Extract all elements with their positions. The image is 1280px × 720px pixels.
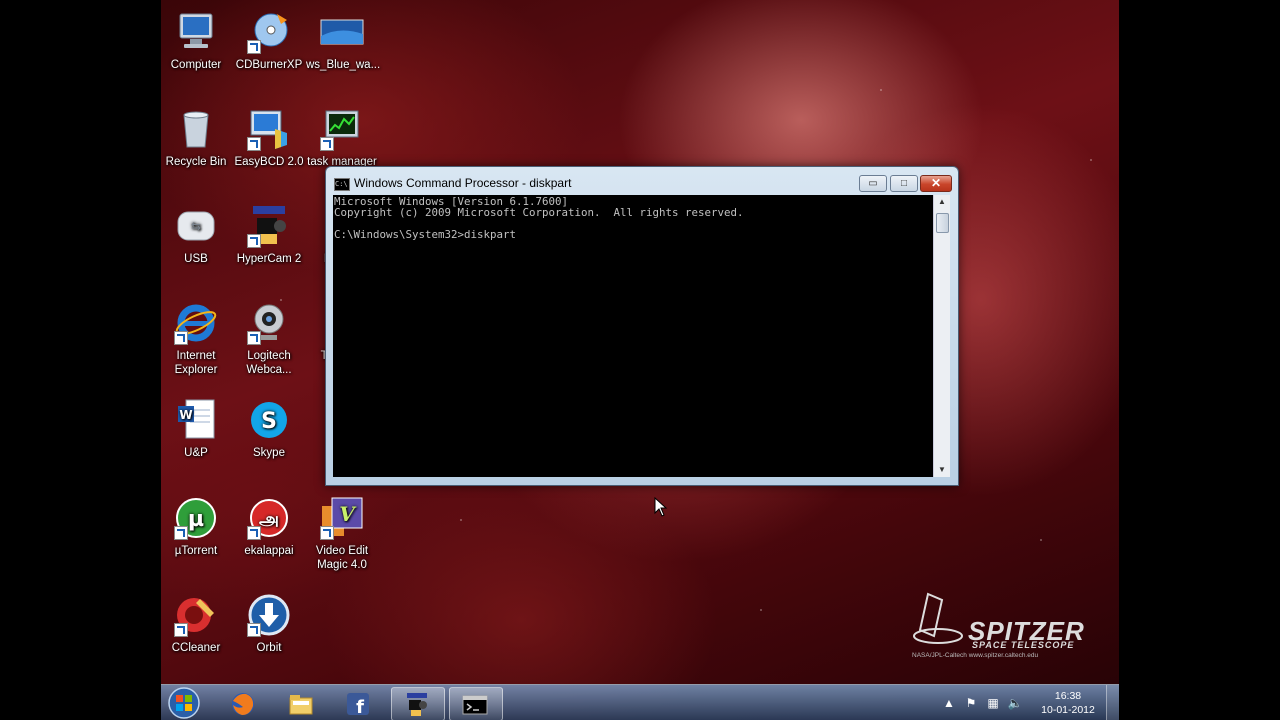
desktop-icon-orbit[interactable]: Orbit (233, 593, 305, 655)
taskbar-firefox[interactable] (218, 687, 270, 719)
network-icon[interactable]: ▦ (985, 695, 1001, 711)
wallpaper-file-icon (320, 19, 364, 45)
console-line: Copyright (c) 2009 Microsoft Corporation… (334, 206, 744, 219)
icon-label: EasyBCD 2.0 (234, 156, 304, 168)
icon-label: Skype (253, 447, 285, 459)
desktop-icon-recycle-bin[interactable]: Recycle Bin (161, 107, 232, 169)
scroll-up-icon[interactable]: ▲ (934, 195, 950, 209)
desktop-icon-internet-explorer[interactable]: Internet Explorer (161, 301, 232, 377)
recycle-bin-icon (183, 111, 209, 148)
clock-date: 10-01-2012 (1041, 704, 1095, 716)
icon-label: CCleaner (171, 642, 221, 654)
icon-label: Computer (170, 59, 222, 71)
command-prompt-icon (462, 695, 488, 715)
desktop-icon-easybcd[interactable]: EasyBCD 2.0 (233, 107, 305, 169)
console-output[interactable]: Microsoft Windows [Version 6.1.7600] Cop… (333, 195, 933, 477)
usb-drive-icon: ⇆ (177, 211, 215, 241)
cmd-window-title: Windows Command Processor - diskpart (354, 176, 572, 190)
cmd-window[interactable]: C:\ Windows Command Processor - diskpart… (325, 166, 959, 486)
logo-credit: NASA/JPL-Caltech www.spitzer.caltech.edu (912, 652, 1039, 659)
desktop-icon-ws-blue-wallpaper[interactable]: ws_Blue_wa... (306, 10, 381, 72)
taskbar-hypercam[interactable] (391, 687, 445, 720)
desktop-icon-computer[interactable]: Computer (161, 10, 232, 72)
minimize-icon: ▭ (868, 178, 878, 189)
taskbar-command-prompt[interactable] (449, 687, 503, 720)
action-center-flag-icon[interactable]: ⚑ (963, 695, 979, 711)
svg-text:அ: அ (259, 509, 279, 530)
svg-text:S: S (261, 409, 277, 434)
maximize-button[interactable]: □ (890, 175, 918, 192)
hypercam-icon (407, 693, 427, 716)
facebook-icon: f (347, 693, 369, 717)
icon-label: U&P (184, 447, 208, 459)
icon-label: ekalappai (244, 545, 294, 557)
telescope-icon (913, 592, 963, 644)
logo-subtitle: SPACE TELESCOPE (972, 640, 1075, 650)
command-prompt-icon: C:\ (334, 178, 350, 191)
spitzer-logo: SPITZER SPACE TELESCOPE NASA/JPL-Caltech… (906, 588, 1084, 664)
icon-label: Recycle Bin (165, 156, 227, 168)
icon-label: Video Edit Magic 4.0 (315, 545, 369, 571)
taskbar: f ▲ ⚑ ▦ 🔈 16:38 10-01-2012 (161, 684, 1119, 720)
clock-time: 16:38 (1054, 690, 1082, 702)
maximize-icon: □ (900, 178, 908, 189)
console-prompt-line: C:\Windows\System32>diskpart (334, 228, 517, 241)
mouse-cursor-icon (654, 497, 668, 517)
desktop-icon-ekalappai[interactable]: அ ekalappai (233, 496, 305, 558)
show-desktop-button[interactable] (1106, 685, 1119, 720)
icon-label: Logitech Webca... (246, 350, 292, 376)
icon-label: Orbit (256, 642, 282, 654)
icon-label: HyperCam 2 (236, 253, 302, 265)
desktop-icon-skype[interactable]: S Skype (233, 398, 305, 460)
desktop-icon-hypercam[interactable]: HyperCam 2 (233, 204, 305, 266)
windows-explorer-icon (289, 695, 313, 715)
show-hidden-icons-icon[interactable]: ▲ (941, 695, 957, 711)
svg-text:µ: µ (188, 507, 204, 532)
word-document-icon: W (178, 399, 215, 439)
scroll-thumb[interactable] (936, 213, 949, 233)
close-icon: ✕ (930, 176, 942, 190)
desktop-icon-u-and-p[interactable]: W U&P (161, 398, 232, 460)
firefox-icon (232, 693, 254, 715)
desktop-icon-ccleaner[interactable]: CCleaner (161, 593, 232, 655)
desktop-icon-task-manager[interactable]: task manager (306, 107, 378, 169)
taskbar-explorer[interactable] (276, 687, 328, 719)
system-tray: ▲ ⚑ ▦ 🔈 16:38 10-01-2012 (941, 685, 1119, 720)
minimize-button[interactable]: ▭ (859, 175, 887, 192)
close-button[interactable]: ✕ (920, 175, 952, 192)
desktop-icon-utorrent[interactable]: µ µTorrent (161, 496, 232, 558)
desktop-icon-logitech-webcam[interactable]: Logitech Webca... (233, 301, 305, 377)
desktop-icon-usb[interactable]: ⇆ USB (161, 204, 232, 266)
desktop-icon-cdburnerxp[interactable]: CDBurnerXP (233, 10, 305, 72)
icon-label: ws_Blue_wa... (306, 59, 381, 71)
skype-icon: S (251, 402, 287, 438)
volume-icon[interactable]: 🔈 (1007, 695, 1023, 711)
console-scrollbar[interactable]: ▲ ▼ (933, 195, 950, 477)
desktop: Computer CDBurnerXP ws_Blue_wa... Recycl… (161, 0, 1119, 720)
svg-text:W: W (179, 408, 192, 422)
computer-icon (179, 13, 213, 48)
start-orb[interactable] (166, 686, 202, 720)
scroll-down-icon[interactable]: ▼ (934, 463, 950, 477)
svg-text:⇆: ⇆ (191, 219, 201, 233)
icon-label: USB (184, 253, 208, 265)
icon-label: µTorrent (174, 545, 218, 557)
icon-label: CDBurnerXP (235, 59, 303, 71)
icon-label: Internet Explorer (174, 350, 218, 376)
taskbar-facebook[interactable]: f (333, 687, 385, 719)
cmd-titlebar[interactable]: C:\ Windows Command Processor - diskpart… (326, 167, 958, 195)
svg-text:V: V (339, 502, 357, 526)
svg-text:f: f (356, 697, 364, 717)
clock[interactable]: 16:38 10-01-2012 (1033, 689, 1103, 717)
desktop-icon-video-edit-magic[interactable]: V Video Edit Magic 4.0 (306, 496, 378, 572)
